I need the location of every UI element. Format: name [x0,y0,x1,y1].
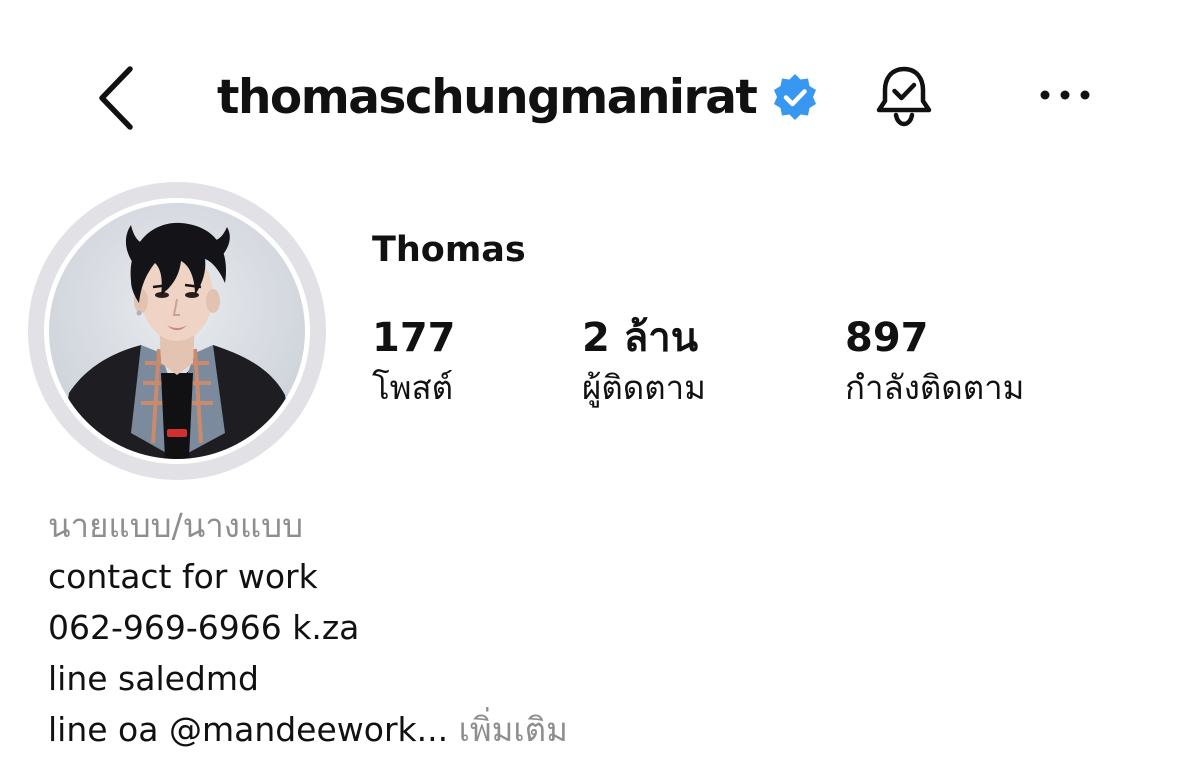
followers-count-button[interactable]: 2 ล้าน ผู้ติดตาม [582,312,706,412]
posts-count-button[interactable]: 177 โพสต์ [372,312,456,412]
profile-header: thomaschungmanirat [0,0,1179,190]
more-options-button[interactable] [1032,70,1098,120]
following-count-button[interactable]: 897 กำลังติดตาม [845,312,1024,412]
bio-line-line-oa: line oa @mandeework... เพิ่มเติม [48,704,1148,755]
bio-line-line-id: line saledmd [48,659,259,698]
avatar [49,203,305,459]
username: thomaschungmanirat [217,69,758,125]
posts-label: โพสต์ [372,368,454,407]
notifications-button[interactable] [868,60,940,132]
bio-line-contact: contact for work [48,557,318,596]
bell-check-icon [876,66,932,127]
profile-avatar-button[interactable] [28,182,326,480]
more-horizontal-icon [1040,90,1090,100]
avatar-border [44,198,310,464]
followers-count: 2 ล้าน [582,315,699,361]
following-count: 897 [845,315,929,361]
display-name: Thomas [372,230,526,270]
followers-label: ผู้ติดตาม [582,368,706,407]
following-label: กำลังติดตาม [845,368,1025,407]
username-container: thomaschungmanirat [217,64,820,130]
verified-badge-icon [770,72,820,122]
posts-count: 177 [372,315,456,361]
back-button[interactable] [86,60,146,136]
bio-line-line-oa-text: line oa @mandeework... [48,710,449,749]
bio-line-phone: 062-969-6966 k.za [48,608,360,647]
avatar-photo [49,203,305,459]
profile-bio: นายแบบ/นางแบบ contact for work 062-969-6… [48,500,1148,755]
bio-category: นายแบบ/นางแบบ [48,506,304,545]
chevron-left-icon [99,66,133,130]
bio-more-link[interactable]: เพิ่มเติม [459,710,568,749]
